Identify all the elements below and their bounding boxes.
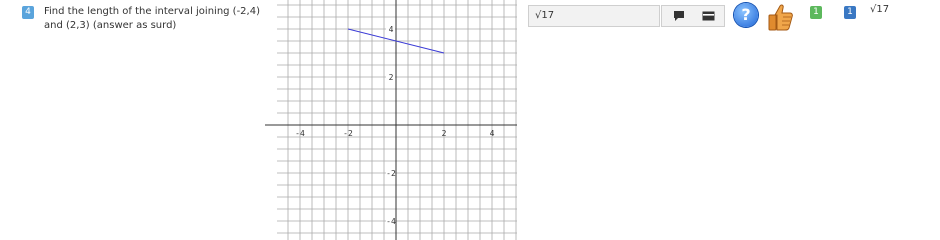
coordinate-graph: -4 -2 2 4 4 2 -2 -4 xyxy=(265,0,517,240)
answer-actions-bar xyxy=(661,5,725,27)
question-number-badge: 4 xyxy=(22,6,34,19)
correct-count-badge: 1 xyxy=(810,6,822,19)
answer-input[interactable]: √17 xyxy=(528,5,660,27)
y-tick-label: 4 xyxy=(389,25,394,34)
x-tick-label: 2 xyxy=(442,129,447,138)
card-icon[interactable] xyxy=(702,11,715,21)
comment-icon[interactable] xyxy=(673,10,685,22)
question-text: Find the length of the interval joining … xyxy=(44,6,260,31)
x-tick-label: 4 xyxy=(490,129,495,138)
x-tick-label: -2 xyxy=(343,129,353,138)
y-tick-label: -4 xyxy=(386,217,396,226)
y-tick-label: 2 xyxy=(389,73,394,82)
help-icon[interactable]: ? xyxy=(734,3,758,27)
attempt-count-badge: 1 xyxy=(844,6,856,19)
x-tick-label: -4 xyxy=(295,129,305,138)
thumbs-up-icon[interactable] xyxy=(766,2,796,32)
y-tick-label: -2 xyxy=(386,169,396,178)
previous-answer: √17 xyxy=(870,4,890,15)
